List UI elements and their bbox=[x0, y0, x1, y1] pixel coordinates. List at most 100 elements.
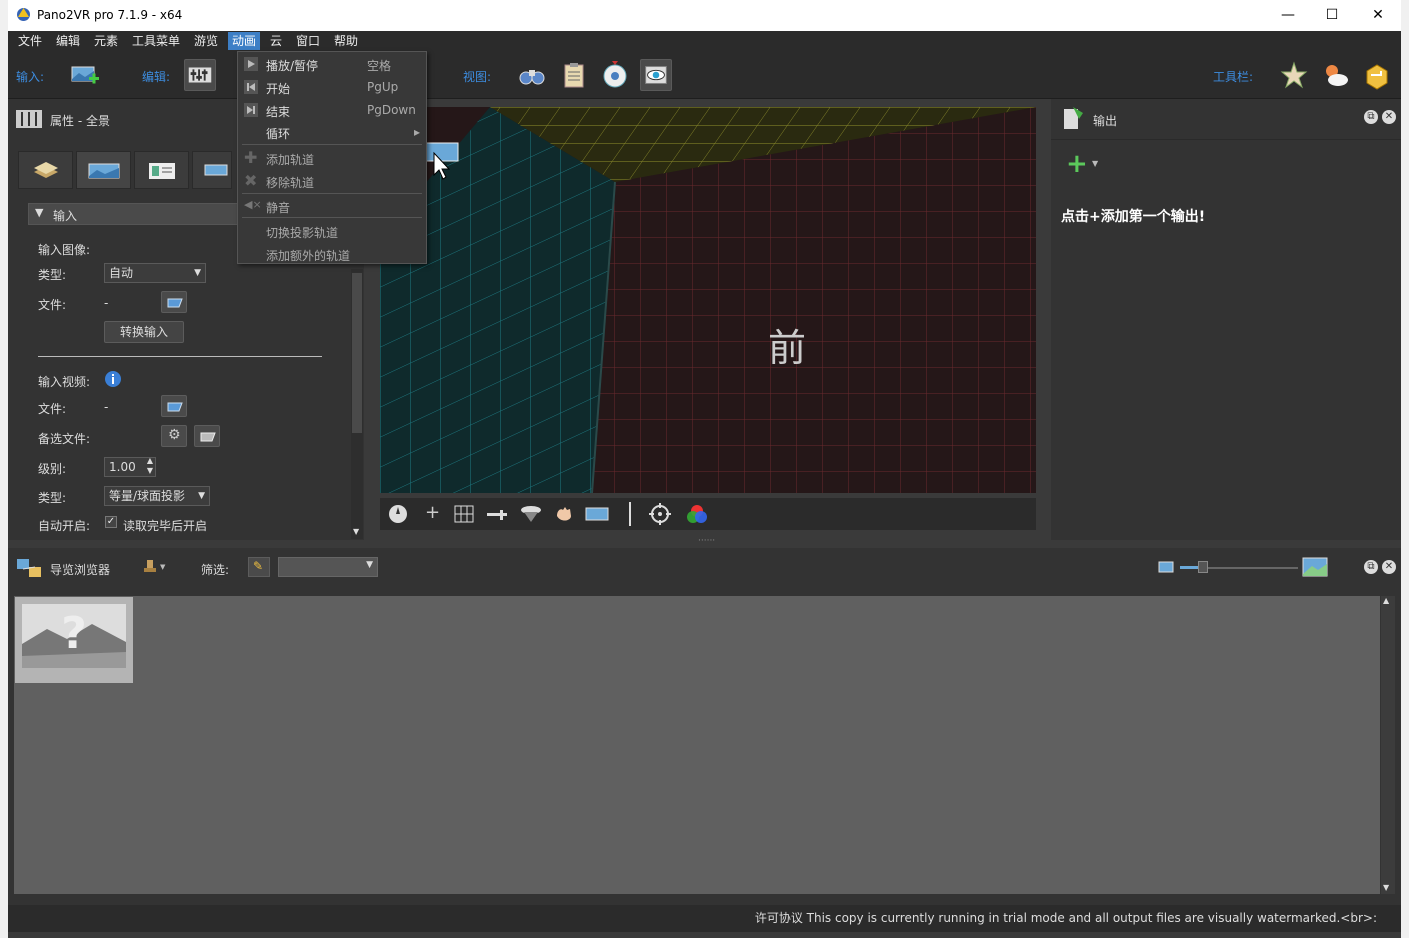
menu-cloud[interactable]: 云 bbox=[266, 32, 286, 50]
menu-item-label: 开始 bbox=[266, 82, 291, 96]
properties-scrollbar[interactable]: ▼ bbox=[351, 269, 363, 539]
close-panel-icon[interactable]: ✕ bbox=[1382, 110, 1396, 124]
menu-item-mute[interactable]: ◀× 静音 bbox=[238, 195, 426, 217]
input-label: 输入: bbox=[16, 70, 45, 84]
collapse-arrow-icon: ▼ bbox=[35, 206, 44, 219]
hotspot-star-icon[interactable] bbox=[1278, 59, 1310, 91]
info-icon[interactable] bbox=[104, 370, 122, 388]
file-label: 文件: bbox=[38, 298, 67, 312]
chevron-down-icon[interactable]: ▼ bbox=[160, 563, 165, 571]
open-file-button[interactable] bbox=[161, 291, 187, 313]
layers-icon bbox=[34, 162, 58, 178]
browser-content[interactable]: ? bbox=[14, 596, 1380, 894]
alt-file-settings-button[interactable]: ⚙ bbox=[161, 425, 187, 447]
crosshair-plus-icon[interactable]: + bbox=[425, 502, 440, 523]
package-icon[interactable] bbox=[1361, 59, 1393, 91]
filter-combo[interactable]: ▼ bbox=[278, 557, 378, 577]
browser-scrollbar[interactable]: ▲ ▼ bbox=[1381, 596, 1395, 894]
level-tool-icon[interactable] bbox=[486, 505, 508, 523]
menu-elements[interactable]: 元素 bbox=[90, 32, 122, 50]
binoculars-icon[interactable] bbox=[516, 59, 548, 91]
pencil-icon: ✎ bbox=[253, 559, 264, 573]
menu-item-end[interactable]: 结束 PgDown bbox=[238, 99, 426, 121]
status-bar: 许可协议 This copy is currently running in t… bbox=[8, 905, 1401, 932]
view-label: 视图: bbox=[463, 70, 492, 84]
scroll-down-icon[interactable]: ▼ bbox=[1383, 883, 1389, 892]
menu-item-label: 添加轨道 bbox=[266, 153, 315, 167]
panorama-thumbnail[interactable]: ? bbox=[15, 597, 133, 683]
alt-file-label: 备选文件: bbox=[38, 432, 91, 446]
hand-pan-icon[interactable] bbox=[553, 504, 575, 524]
menu-tools[interactable]: 工具菜单 bbox=[128, 32, 184, 50]
tour-map-icon[interactable] bbox=[599, 59, 631, 91]
menu-file[interactable]: 文件 bbox=[14, 32, 46, 50]
splitter-handle[interactable]: ······ bbox=[698, 536, 715, 546]
type-select[interactable]: 自动 ▼ bbox=[104, 263, 206, 283]
folder-icon bbox=[167, 402, 183, 412]
tab-layers[interactable] bbox=[18, 151, 73, 189]
menu-item-label: 结束 bbox=[266, 105, 291, 119]
level-spinbox[interactable]: 1.00 ▲ ▼ bbox=[104, 456, 156, 477]
clipboard-icon[interactable] bbox=[558, 59, 590, 91]
menu-animation[interactable]: 动画 bbox=[228, 32, 261, 50]
slider-handle[interactable] bbox=[1198, 561, 1208, 573]
convert-input-button[interactable]: 转换输入 bbox=[104, 321, 184, 343]
slider-fill bbox=[1180, 566, 1200, 569]
undock-icon[interactable]: ⧉ bbox=[1364, 110, 1378, 124]
eye-view-icon[interactable] bbox=[640, 59, 672, 91]
input-image-label: 输入图像: bbox=[38, 243, 91, 257]
minimize-button[interactable]: — bbox=[1265, 0, 1311, 31]
menu-item-shortcut: 空格 bbox=[367, 59, 392, 73]
nadir-icon[interactable] bbox=[520, 504, 542, 524]
menu-window[interactable]: 窗口 bbox=[292, 32, 324, 50]
properties-sliders-icon[interactable] bbox=[184, 59, 216, 91]
menu-item-remove-track[interactable]: ✖ 移除轨道 bbox=[238, 170, 426, 192]
alt-file-open-button[interactable] bbox=[194, 425, 220, 447]
target-icon[interactable] bbox=[649, 503, 671, 525]
undock-icon[interactable]: ⧉ bbox=[1364, 560, 1378, 574]
filter-pencil-button[interactable]: ✎ bbox=[248, 557, 270, 577]
autostart-checkbox[interactable]: ✓ bbox=[105, 516, 117, 528]
tab-panorama[interactable] bbox=[76, 151, 131, 189]
video-file-value: - bbox=[104, 400, 109, 414]
menu-edit[interactable]: 编辑 bbox=[52, 32, 84, 50]
tab-info[interactable] bbox=[134, 151, 189, 189]
video-file-label: 文件: bbox=[38, 402, 67, 416]
open-video-button[interactable] bbox=[161, 395, 187, 417]
title-bar: Pano2VR pro 7.1.9 - x64 — ☐ ✕ bbox=[8, 0, 1401, 31]
grid-icon[interactable] bbox=[454, 505, 474, 523]
compass-icon[interactable] bbox=[388, 504, 408, 524]
menu-item-loop[interactable]: 循环 ▸ bbox=[238, 121, 426, 143]
close-button[interactable]: ✕ bbox=[1355, 0, 1401, 31]
chevron-down-icon: ▼ bbox=[366, 560, 373, 570]
menu-item-play-pause[interactable]: 播放/暂停 空格 bbox=[238, 53, 426, 75]
menu-tour[interactable]: 游览 bbox=[190, 32, 222, 50]
menu-item-add-track[interactable]: ✚ 添加轨道 bbox=[238, 147, 426, 169]
folder-icon bbox=[200, 432, 216, 442]
cloud-sun-icon[interactable] bbox=[1320, 59, 1352, 91]
menu-item-toggle-projection-track[interactable]: 切换投影轨道 bbox=[238, 220, 426, 242]
chevron-down-icon: ▼ bbox=[194, 268, 201, 278]
panorama-icon bbox=[88, 163, 120, 179]
stamp-icon[interactable] bbox=[142, 558, 158, 576]
chevron-down-icon[interactable]: ▼ bbox=[1092, 159, 1098, 168]
scroll-down-icon[interactable]: ▼ bbox=[353, 527, 359, 536]
menu-item-start[interactable]: 开始 PgUp bbox=[238, 76, 426, 98]
menu-item-add-extra-track[interactable]: 添加额外的轨道 bbox=[238, 243, 426, 265]
gear-icon: ⚙ bbox=[168, 427, 181, 443]
projection-select[interactable]: 等量/球面投影 ▼ bbox=[104, 486, 210, 506]
maximize-button[interactable]: ☐ bbox=[1309, 0, 1355, 31]
panorama-icon[interactable] bbox=[585, 506, 609, 522]
color-channels-icon[interactable] bbox=[686, 503, 708, 525]
play-icon bbox=[244, 57, 258, 71]
close-panel-icon[interactable]: ✕ bbox=[1382, 560, 1396, 574]
menu-help[interactable]: 帮助 bbox=[330, 32, 362, 50]
add-output-button[interactable]: + bbox=[1066, 149, 1088, 179]
scrollbar-thumb[interactable] bbox=[352, 273, 362, 433]
panorama-viewer[interactable]: 前 bbox=[380, 107, 1036, 493]
scroll-up-icon[interactable]: ▲ bbox=[1383, 596, 1389, 605]
info-card-icon bbox=[149, 163, 175, 179]
add-panorama-icon[interactable] bbox=[69, 59, 101, 91]
tab-viewing[interactable] bbox=[192, 151, 232, 189]
animation-menu: 播放/暂停 空格 开始 PgUp 结束 PgDown 循环 ▸ ✚ 添加轨道 ✖… bbox=[237, 51, 427, 264]
